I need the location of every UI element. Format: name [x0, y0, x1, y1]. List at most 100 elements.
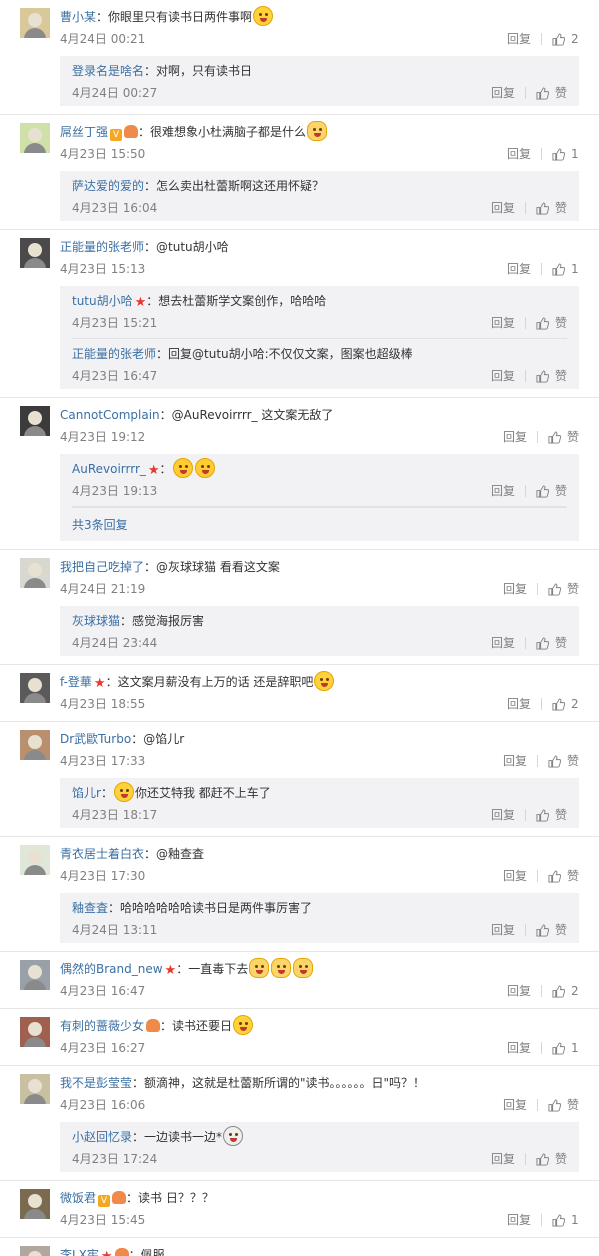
like-button[interactable]: 赞: [536, 1148, 567, 1170]
username-link[interactable]: 釉查査: [72, 901, 108, 915]
like-button[interactable]: 赞: [536, 632, 567, 654]
comment-item: 曹小某：你眼里只有读书日两件事啊 4月24日 00:21 回复 2 登录名是啥名：对啊，…: [0, 0, 599, 115]
reply-button[interactable]: 回复: [491, 480, 515, 502]
more-replies-link[interactable]: 共3条回复: [72, 507, 567, 541]
comment-item: 有刺的蔷薇少女 ：读书还要日 4月23日 16:27 回复 1: [0, 1009, 599, 1066]
reply-button[interactable]: 回复: [507, 28, 531, 50]
avatar[interactable]: [20, 1017, 50, 1047]
like-count: 赞: [554, 636, 567, 650]
comment-actions: 回复 赞: [491, 197, 567, 219]
reply-box: 馅儿r： 你还艾特我 都赶不上车了 4月23日 18:17 回复 赞: [60, 778, 579, 828]
comment-line: 曹小某：你眼里只有读书日两件事啊: [60, 6, 579, 28]
avatar-face: [28, 965, 42, 979]
avatar-face: [28, 1022, 42, 1036]
reply-button[interactable]: 回复: [507, 1209, 531, 1231]
avatar[interactable]: [20, 960, 50, 990]
reply-button[interactable]: 回复: [491, 82, 515, 104]
like-button[interactable]: 赞: [548, 865, 579, 887]
like-button[interactable]: 赞: [536, 919, 567, 941]
like-button[interactable]: 赞: [548, 1094, 579, 1116]
reply-button[interactable]: 回复: [507, 1037, 531, 1059]
username-link[interactable]: 我把自己吃掉了: [60, 560, 144, 574]
reply-box: tutu胡小哈 ★：想去杜蕾斯学文案创作，哈哈哈 4月23日 15:21 回复赞正能量…: [60, 286, 579, 389]
timestamp: 4月23日 15:13: [60, 262, 146, 276]
username-link[interactable]: 偶然的Brand_new: [60, 962, 163, 976]
username-link[interactable]: AuRevoirrrr_: [72, 462, 146, 476]
username-link[interactable]: 青衣居士着白衣: [60, 847, 144, 861]
reply-button[interactable]: 回复: [503, 426, 527, 448]
like-button[interactable]: 1: [552, 1037, 579, 1059]
like-button[interactable]: 1: [552, 1209, 579, 1231]
reply-button[interactable]: 回复: [491, 919, 515, 941]
reply-button[interactable]: 回复: [491, 804, 515, 826]
like-button[interactable]: 1: [552, 258, 579, 280]
reply-text: ：一边读书一边*: [132, 1130, 223, 1144]
reply-button[interactable]: 回复: [503, 1094, 527, 1116]
username-link[interactable]: 萨达爱的爱的: [72, 179, 144, 193]
username-link[interactable]: tutu胡小哈: [72, 294, 133, 308]
reply-line: 小赵回忆录：一边读书一边*: [72, 1126, 567, 1148]
username-link[interactable]: f-登華: [60, 675, 92, 689]
like-button[interactable]: 1: [552, 143, 579, 165]
divider: [541, 263, 542, 275]
username-link[interactable]: 正能量的张老师: [72, 347, 156, 361]
username-link[interactable]: 登录名是啥名: [72, 64, 144, 78]
thumbs-up-icon: [536, 1152, 549, 1166]
reply-button[interactable]: 回复: [491, 632, 515, 654]
like-button[interactable]: 赞: [536, 82, 567, 104]
reply-button[interactable]: 回复: [491, 1148, 515, 1170]
like-button[interactable]: 2: [552, 980, 579, 1002]
username-link[interactable]: 我不是彭莹莹: [60, 1076, 132, 1090]
reply-button[interactable]: 回复: [491, 365, 515, 387]
avatar[interactable]: [20, 123, 50, 153]
reply-line: 正能量的张老师：回复@tutu胡小哈:不仅仅文案，图案也超级棒: [72, 343, 567, 365]
like-button[interactable]: 赞: [548, 578, 579, 600]
timestamp: 4月24日 21:19: [60, 582, 146, 596]
like-count: 赞: [566, 430, 579, 444]
reply-button[interactable]: 回复: [491, 312, 515, 334]
comment-meta: 4月23日 19:13 回复 赞: [72, 480, 567, 504]
username-link[interactable]: 馅儿r: [72, 786, 101, 800]
reply-button[interactable]: 回复: [507, 693, 531, 715]
avatar[interactable]: [20, 1246, 50, 1256]
like-button[interactable]: 赞: [536, 312, 567, 334]
avatar[interactable]: [20, 1074, 50, 1104]
reply-button[interactable]: 回复: [503, 578, 527, 600]
username-link[interactable]: 屌丝丁强: [60, 125, 108, 139]
username-link[interactable]: CannotComplain: [60, 408, 160, 422]
comment-line: 正能量的张老师：@tutu胡小哈: [60, 236, 579, 258]
like-button[interactable]: 赞: [536, 804, 567, 826]
username-link[interactable]: Dr武歐Turbo: [60, 732, 131, 746]
like-button[interactable]: 赞: [548, 426, 579, 448]
like-count: 1: [571, 1041, 579, 1055]
like-button[interactable]: 赞: [536, 365, 567, 387]
avatar[interactable]: [20, 730, 50, 760]
username-link[interactable]: 有刺的蔷薇少女: [60, 1019, 144, 1033]
avatar[interactable]: [20, 238, 50, 268]
like-button[interactable]: 赞: [548, 750, 579, 772]
reply-button[interactable]: 回复: [507, 258, 531, 280]
reply-button[interactable]: 回复: [503, 750, 527, 772]
avatar[interactable]: [20, 1189, 50, 1219]
reply-button[interactable]: 回复: [491, 197, 515, 219]
avatar[interactable]: [20, 558, 50, 588]
avatar[interactable]: [20, 406, 50, 436]
reply-button[interactable]: 回复: [503, 865, 527, 887]
avatar[interactable]: [20, 673, 50, 703]
avatar[interactable]: [20, 845, 50, 875]
comment-meta: 4月23日 16:06 回复 赞: [60, 1094, 579, 1118]
reply-button[interactable]: 回复: [507, 143, 531, 165]
like-button[interactable]: 2: [552, 28, 579, 50]
like-button[interactable]: 赞: [536, 480, 567, 502]
username-link[interactable]: 李LX宪: [60, 1248, 99, 1256]
username-link[interactable]: 正能量的张老师: [60, 240, 144, 254]
username-link[interactable]: 微饭君: [60, 1191, 96, 1205]
reply-button[interactable]: 回复: [507, 980, 531, 1002]
username-link[interactable]: 灰球球猫: [72, 614, 120, 628]
username-link[interactable]: 曹小某: [60, 10, 96, 24]
like-button[interactable]: 赞: [536, 197, 567, 219]
username-link[interactable]: 小赵回忆录: [72, 1130, 132, 1144]
avatar[interactable]: [20, 8, 50, 38]
like-button[interactable]: 2: [552, 693, 579, 715]
reply-item: 萨达爱的爱的：怎么卖出杜蕾斯啊这还用怀疑？ 4月23日 16:04 回复 赞: [72, 171, 567, 221]
